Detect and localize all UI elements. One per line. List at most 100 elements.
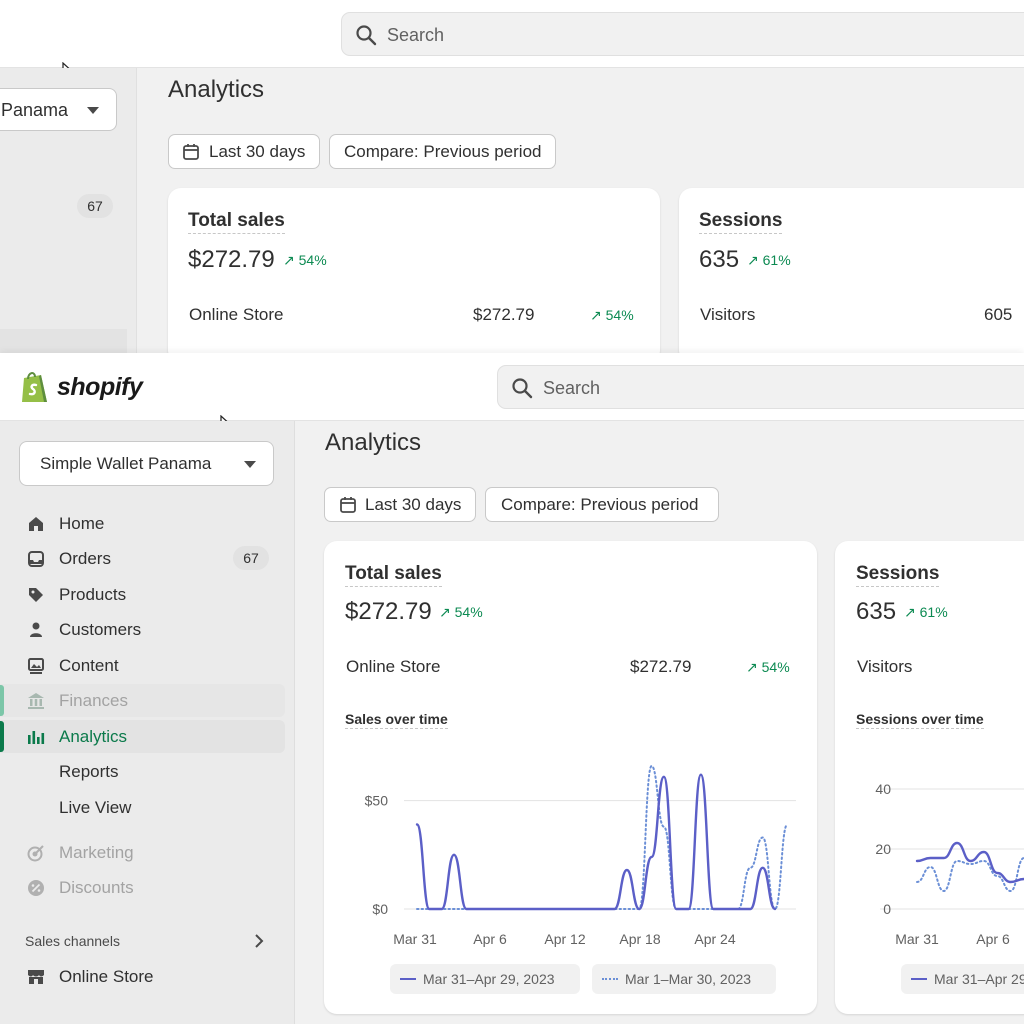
total-sales-title[interactable]: Total sales [345,563,442,587]
sidebar-item-label: Finances [59,691,128,710]
x-tick-label: Apr 6 [976,931,1010,947]
compare-label: Compare: Previous period [501,495,699,514]
solid-line-swatch [911,978,927,980]
total-sales-change: ↗ 54% [439,604,483,620]
sidebar-item-label: Marketing [59,843,134,862]
sessions-change: ↗ 61% [904,604,948,620]
inbox-icon [28,551,44,567]
sidebar-item-label: Home [59,514,105,533]
total-sales-value: $272.79 [345,598,432,625]
sidebar-item-home[interactable]: Home [0,507,285,540]
y-tick-label: 20 [875,841,891,857]
sessions-over-time-chart: 0 20 40 Mar 31 Apr 6 [875,781,1024,947]
bg-total-sales-value: $272.79 [188,246,275,273]
previous-period-line [416,765,789,910]
storefront-icon [28,970,44,984]
bg-total-sales-card: Total sales $272.79 ↗ 54% Online Store $… [168,188,660,353]
y-tick-label: 0 [883,901,891,917]
sidebar-item-label: Products [59,585,127,604]
bg-online-store-value: $272.79 [473,305,535,324]
sidebar-item-analytics[interactable]: Analytics [0,720,285,753]
sales-over-time-title[interactable]: Sales over time [345,711,448,729]
date-range-button[interactable]: Last 30 days [324,487,476,522]
hover-indicator [0,685,4,716]
store-selector[interactable]: Simple Wallet Panama [19,441,274,486]
total-sales-card[interactable]: Total sales $272.79 ↗ 54% Online Store $… [324,541,817,1014]
search-bar[interactable]: Search [497,365,1024,409]
sessions-title[interactable]: Sessions [856,563,940,587]
discount-icon [28,880,44,896]
home-icon [29,517,43,531]
sidebar-item-finances[interactable]: Finances [0,684,285,717]
sidebar-item-online-store[interactable]: Online Store [0,960,285,993]
bar-chart-icon [28,731,45,744]
sidebar-item-customers[interactable]: Customers [0,613,285,646]
sidebar-subitem-reports[interactable]: Reports [0,755,285,788]
calendar-icon [340,497,356,513]
bg-sessions-title: Sessions [699,210,783,234]
target-icon [27,845,44,862]
arrow-up-right-icon: ↗ [904,604,916,620]
sidebar-item-label: Reports [59,762,119,781]
sessions-card[interactable]: Sessions 635 ↗ 61% Visitors Sessions ove… [835,541,1024,1014]
bg-date-range-button[interactable]: Last 30 days [168,134,321,169]
x-tick-label: Apr 12 [544,931,585,947]
calendar-icon [183,144,199,160]
page-title: Analytics [325,429,422,456]
online-store-label: Online Store [346,657,441,676]
top-bar: shopify Search [0,353,1024,421]
sidebar-item-marketing[interactable]: Marketing [0,836,285,869]
bank-icon [28,693,44,709]
x-tick-label: Apr 18 [619,931,660,947]
sessions-over-time-title[interactable]: Sessions over time [856,711,984,729]
tag-icon [29,588,43,602]
sidebar-item-content[interactable]: Content [0,649,285,682]
sidebar-item-products[interactable]: Products [0,578,285,611]
bg-compare-button[interactable]: Compare: Previous period [329,134,557,169]
search-icon [512,378,533,399]
x-tick-label: Apr 6 [473,931,507,947]
bg-sessions-value: 635 [699,246,740,273]
bg-online-store-change: ↗ 54% [590,307,634,323]
chevron-right-icon[interactable] [252,933,266,949]
sidebar-item-discounts[interactable]: Discounts [0,871,285,904]
arrow-up-right-icon: ↗ [746,659,758,675]
arrow-up-right-icon: ↗ [439,604,451,620]
sidebar-item-orders[interactable]: Orders 67 [0,542,285,575]
sidebar-item-label: Analytics [59,727,128,746]
store-name: Simple Wallet Panama [40,454,212,473]
bg-search-bar[interactable]: Search [341,12,1024,56]
image-content-icon [28,658,44,674]
sidebar-item-label: Orders [59,549,111,568]
sidebar-item-label: Customers [59,620,142,639]
bg-visitors-value: 605 [984,305,1013,324]
current-period-line [415,773,777,911]
caret-down-icon [244,461,256,468]
y-tick-label: $0 [372,901,388,917]
bg-store-selector[interactable]: Panama [0,88,117,131]
person-icon [30,622,42,637]
bg-online-store-label: Online Store [189,305,284,324]
legend-label: Mar 1–Mar 30, 2023 [625,971,752,987]
legend-previous-period[interactable]: Mar 1–Mar 30, 2023 [592,964,776,994]
bg-search-placeholder: Search [387,25,445,45]
bg-top-bar: Search [0,0,1024,68]
legend-label: Mar 31–Apr 29, 2023 [934,971,1024,987]
background-zoomed-view: Search Panama 67 Analytics Last 30 days … [0,0,1024,353]
bg-date-range-label: Last 30 days [209,142,306,161]
shopify-logo[interactable]: shopify [19,369,143,405]
dotted-line-swatch [602,978,618,980]
online-store-value: $272.79 [630,657,692,676]
visitors-label: Visitors [857,657,913,676]
legend-current-period[interactable]: Mar 31–Apr 29, 2023 [390,964,580,994]
bg-orders-badge: 67 [77,194,113,218]
sidebar-subitem-live-view[interactable]: Live View [0,791,285,824]
legend-current-period[interactable]: Mar 31–Apr 29, 2023 [901,964,1024,994]
compare-button[interactable]: Compare: Previous period [485,487,719,522]
bg-sessions-card: Sessions 635 ↗ 61% Visitors 605 [679,188,1024,353]
sales-channels-heading: Sales channels [25,933,120,949]
foreground-admin-view: shopify Search Simple Wallet Panama Home… [0,353,1024,1024]
caret-down-icon [87,107,99,114]
shopify-wordmark: shopify [57,372,143,401]
date-range-label: Last 30 days [365,495,462,514]
